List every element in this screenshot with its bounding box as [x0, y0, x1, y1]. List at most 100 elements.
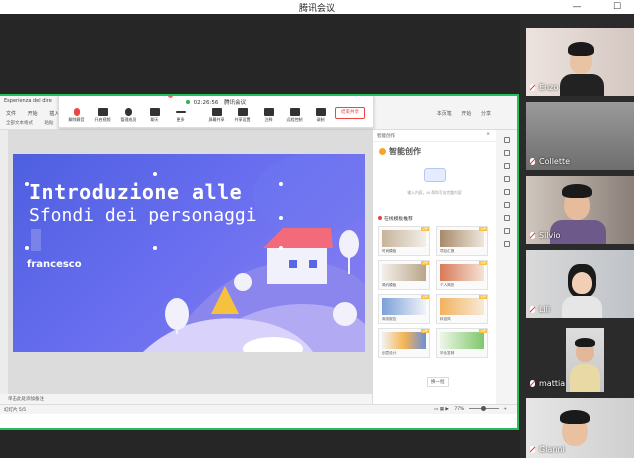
- selection-handle[interactable]: [25, 182, 29, 186]
- template-card[interactable]: VIP 商务报告: [378, 294, 430, 324]
- screen-share-button[interactable]: 屏幕共享: [205, 108, 228, 123]
- notes-placeholder[interactable]: 单击此处添加备注: [0, 394, 372, 404]
- participant-tile[interactable]: Collette: [526, 102, 634, 170]
- annotate-label: 注释: [264, 117, 273, 122]
- rail-tool-icon[interactable]: [503, 150, 510, 156]
- zoom-in-icon[interactable]: +: [503, 407, 507, 412]
- participant-tile[interactable]: Gianni: [526, 398, 634, 458]
- chat-button[interactable]: 聊天: [143, 108, 166, 123]
- rail-tool-icon[interactable]: [503, 228, 510, 234]
- participant-tile[interactable]: mattia: [526, 324, 634, 392]
- ai-logo-icon: [379, 148, 386, 155]
- participant-name: Silvio: [530, 231, 560, 240]
- vip-badge: VIP: [479, 261, 487, 265]
- participant-name: Enzo: [530, 83, 558, 92]
- selection-handle[interactable]: [279, 182, 283, 186]
- minimize-button[interactable]: —: [566, 0, 588, 14]
- template-card[interactable]: VIP 创意设计: [378, 328, 430, 358]
- selection-handle[interactable]: [279, 216, 283, 220]
- participant-name: Gianni: [530, 445, 565, 454]
- template-label: 商务报告: [382, 317, 397, 321]
- mic-muted-icon: [530, 84, 535, 91]
- rail-tool-icon[interactable]: [503, 137, 510, 143]
- template-thumbnail: [440, 264, 484, 281]
- template-card[interactable]: VIP 简约模板: [378, 260, 430, 290]
- zoom-level[interactable]: 77%: [454, 407, 464, 412]
- ai-illustration: [373, 167, 496, 186]
- settings-icon: [237, 108, 248, 116]
- participant-tile[interactable]: Silvio: [526, 176, 634, 244]
- play-icon[interactable]: ▶: [445, 407, 448, 412]
- meeting-control-bar: 02:26:56 腾讯会议 解除静音 开启视频 管理成员 聊天 更多 屏幕共享 …: [58, 96, 374, 128]
- members-label: 管理成员: [120, 117, 137, 122]
- rail-tool-icon[interactable]: [503, 176, 510, 182]
- ribbon-item[interactable]: 粘贴: [44, 121, 53, 126]
- rail-tool-icon[interactable]: [503, 202, 510, 208]
- ribbon-item[interactable]: 全部文本格式: [6, 121, 33, 126]
- ppt-right-item[interactable]: 开始: [461, 111, 471, 117]
- rail-tool-icon[interactable]: [503, 163, 510, 169]
- zoom-slider[interactable]: [468, 406, 499, 411]
- template-label: 创意设计: [382, 351, 397, 355]
- record-button[interactable]: 录制: [309, 108, 332, 123]
- close-icon[interactable]: ×: [486, 132, 490, 137]
- chat-bubble-icon: [423, 168, 446, 182]
- refresh-templates-button[interactable]: 换一批: [427, 377, 449, 387]
- end-share-button[interactable]: 结束共享: [335, 107, 365, 119]
- template-thumbnail: [382, 332, 426, 349]
- ai-title-text: 智能创作: [389, 147, 421, 156]
- ppt-menu-file[interactable]: 文件: [6, 111, 16, 117]
- participant-tile[interactable]: Lili: [526, 250, 634, 318]
- selection-handle[interactable]: [279, 246, 283, 250]
- template-thumbnail: [382, 230, 426, 247]
- share-settings-button[interactable]: 共享设置: [231, 108, 254, 123]
- ai-panel-header: 智能创作 ×: [373, 130, 496, 142]
- mic-muted-icon: [530, 306, 535, 313]
- members-button[interactable]: 管理成员: [117, 108, 140, 123]
- avatar-hair: [568, 42, 594, 56]
- template-card[interactable]: VIP 项目汇报: [436, 226, 488, 256]
- unmute-button[interactable]: 解除静音: [65, 108, 88, 123]
- meeting-timer: 02:26:56 腾讯会议: [59, 98, 373, 106]
- right-tool-rail: [496, 130, 517, 404]
- template-label: 个人简历: [440, 283, 455, 287]
- slide[interactable]: Introduzione alle Sfondi dei personaggi …: [13, 154, 365, 352]
- zoom-control: ▭ ▦ ▶ 77% +: [434, 406, 507, 412]
- participant-name-text: Enzo: [539, 83, 559, 92]
- rail-tool-icon[interactable]: [503, 189, 510, 195]
- more-button[interactable]: 更多: [169, 108, 192, 123]
- rail-tool-icon[interactable]: [503, 241, 510, 247]
- view-normal-icon[interactable]: ▭: [434, 407, 438, 412]
- ppt-status-bar: 幻灯片 5/5 ▭ ▦ ▶ 77% +: [0, 404, 517, 414]
- ppt-toolbar: Esperienza del dire 文件 开始 插入 全部文本格式 粘贴 格…: [0, 96, 517, 130]
- selection-handle[interactable]: [25, 246, 29, 250]
- ppt-menu-home[interactable]: 开始: [28, 111, 38, 117]
- template-label: 时尚模板: [382, 249, 397, 253]
- remote-control-button[interactable]: 远程控制: [283, 108, 306, 123]
- selection-handle[interactable]: [153, 172, 157, 176]
- members-icon: [125, 108, 132, 116]
- template-card[interactable]: VIP 科技风: [436, 294, 488, 324]
- ppt-right-item[interactable]: 本页笔: [437, 111, 452, 117]
- slide-thumbnail-strip[interactable]: [0, 130, 8, 400]
- avatar-hair: [560, 410, 590, 424]
- annotate-button[interactable]: 注释: [257, 108, 280, 123]
- timer-text: 02:26:56: [193, 100, 219, 106]
- vip-badge: VIP: [421, 329, 429, 333]
- ppt-right-item[interactable]: 分享: [481, 111, 491, 117]
- maximize-button[interactable]: ☐: [606, 0, 628, 14]
- avatar-hair: [562, 184, 592, 198]
- rail-tool-icon[interactable]: [503, 215, 510, 221]
- mic-muted-icon: [530, 380, 535, 387]
- video-button[interactable]: 开启视频: [91, 108, 114, 123]
- participant-tile[interactable]: Enzo: [526, 28, 634, 96]
- view-grid-icon[interactable]: ▦: [440, 407, 444, 412]
- pen-icon: [263, 108, 274, 116]
- selection-handle[interactable]: [153, 246, 157, 250]
- template-card[interactable]: VIP 时尚模板: [378, 226, 430, 256]
- ai-panel: 智能创作 × 智能创作 输入内容，AI 帮你写出完整内容 在线模板推荐 VIP 时…: [372, 130, 496, 404]
- chat-label: 聊天: [150, 117, 159, 122]
- slide-title-line-2: Sfondi dei personaggi: [29, 205, 257, 226]
- template-card[interactable]: VIP 个人简历: [436, 260, 488, 290]
- template-card[interactable]: VIP 毕业答辩: [436, 328, 488, 358]
